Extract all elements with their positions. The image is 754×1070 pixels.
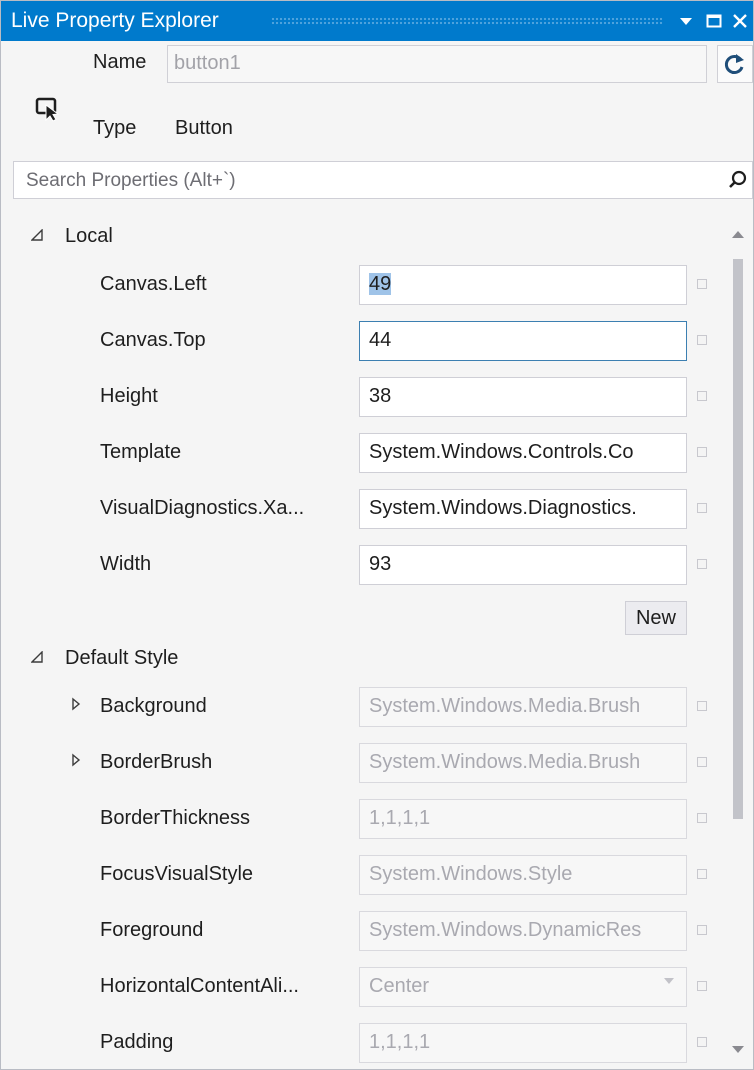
- search-icon[interactable]: [728, 170, 748, 195]
- property-row-width: Width 93: [13, 537, 713, 593]
- close-button[interactable]: [727, 7, 753, 35]
- property-value-field[interactable]: 1,1,1,1: [359, 799, 687, 839]
- maximize-button[interactable]: [701, 7, 727, 35]
- property-marker[interactable]: [697, 1037, 707, 1047]
- property-name: Background: [100, 695, 207, 717]
- select-element-icon: [35, 97, 60, 122]
- property-marker[interactable]: [697, 559, 707, 569]
- property-marker[interactable]: [697, 279, 707, 289]
- property-row-focusvisualstyle: FocusVisualStyle System.Windows.Style: [13, 847, 713, 903]
- scroll-down-arrow-icon[interactable]: [731, 1045, 745, 1055]
- window-title: Live Property Explorer: [11, 9, 219, 32]
- maximize-icon: [706, 14, 722, 28]
- close-icon: [733, 14, 747, 28]
- vertical-scrollbar[interactable]: [723, 207, 753, 1069]
- search-properties-input[interactable]: Search Properties (Alt+`): [13, 161, 753, 199]
- property-name: Width: [100, 553, 152, 575]
- property-name: Foreground: [100, 919, 204, 941]
- property-marker[interactable]: [697, 869, 707, 879]
- property-name: Padding: [100, 1031, 174, 1053]
- property-value-field[interactable]: System.Windows.Diagnostics.: [359, 489, 687, 529]
- drag-grip[interactable]: [271, 17, 663, 25]
- select-element-button[interactable]: [35, 96, 61, 127]
- property-value-field[interactable]: System.Windows.Media.Brush: [359, 687, 687, 727]
- section-default-style[interactable]: Default Style: [13, 639, 713, 679]
- property-row-visual-diagnostics: VisualDiagnostics.Xa... System.Windows.D…: [13, 481, 713, 537]
- property-marker[interactable]: [697, 503, 707, 513]
- property-value-field[interactable]: 93: [359, 545, 687, 585]
- collapse-triangle-icon: [31, 651, 43, 663]
- property-name: BorderBrush: [100, 751, 213, 773]
- property-marker[interactable]: [697, 925, 707, 935]
- property-marker[interactable]: [697, 981, 707, 991]
- property-name: Template: [100, 441, 182, 463]
- title-bar[interactable]: Live Property Explorer: [1, 1, 753, 41]
- property-row-borderbrush: BorderBrush System.Windows.Media.Brush: [13, 735, 713, 791]
- property-value-field[interactable]: System.Windows.Media.Brush: [359, 743, 687, 783]
- property-grid: Local Canvas.Left 49 Canvas.Top 44 Heigh…: [13, 207, 753, 1069]
- property-name: VisualDiagnostics.Xa...: [100, 497, 305, 519]
- section-local[interactable]: Local: [13, 217, 713, 257]
- type-value: Button: [175, 117, 233, 139]
- property-row-borderthickness: BorderThickness 1,1,1,1: [13, 791, 713, 847]
- property-row-padding: Padding 1,1,1,1: [13, 1015, 713, 1069]
- property-marker[interactable]: [697, 447, 707, 457]
- selected-text: 49: [369, 273, 392, 295]
- property-value-dropdown[interactable]: Center: [359, 967, 687, 1007]
- property-value-field[interactable]: System.Windows.Style: [359, 855, 687, 895]
- property-name: Height: [100, 385, 158, 407]
- property-name: Canvas.Left: [100, 273, 207, 295]
- section-label: Local: [65, 225, 113, 247]
- type-label: Type: [93, 117, 137, 139]
- name-label: Name: [93, 51, 147, 73]
- property-marker[interactable]: [697, 335, 707, 345]
- property-row-horizontal-content-alignment: HorizontalContentAli... Center: [13, 959, 713, 1015]
- property-marker[interactable]: [697, 757, 707, 767]
- property-marker[interactable]: [697, 391, 707, 401]
- property-value-field[interactable]: System.Windows.Controls.Co: [359, 433, 687, 473]
- property-name: HorizontalContentAli...: [100, 975, 299, 997]
- scroll-up-arrow-icon[interactable]: [731, 229, 745, 239]
- section-label: Default Style: [65, 647, 179, 669]
- dropdown-arrow-icon: [680, 18, 692, 25]
- collapse-triangle-icon: [31, 229, 43, 241]
- refresh-button[interactable]: [717, 45, 753, 83]
- property-row-background: Background System.Windows.Media.Brush: [13, 679, 713, 735]
- property-value-field[interactable]: 49: [359, 265, 687, 305]
- property-value-field[interactable]: System.Windows.DynamicRes: [359, 911, 687, 951]
- property-name: BorderThickness: [100, 807, 251, 829]
- dropdown-arrow-icon: [664, 978, 674, 984]
- property-value-field[interactable]: 44: [359, 321, 687, 361]
- property-row-template: Template System.Windows.Controls.Co: [13, 425, 713, 481]
- property-row-canvas-left: Canvas.Left 49: [13, 257, 713, 313]
- expand-arrow-icon[interactable]: [71, 753, 81, 767]
- property-value-field[interactable]: 38: [359, 377, 687, 417]
- window-menu-button[interactable]: [673, 7, 699, 35]
- name-field[interactable]: button1: [167, 45, 707, 83]
- refresh-icon: [724, 54, 744, 74]
- expand-arrow-icon[interactable]: [71, 697, 81, 711]
- property-row-canvas-top: Canvas.Top 44: [13, 313, 713, 369]
- property-name: Canvas.Top: [100, 329, 206, 351]
- live-property-explorer-window: Live Property Explorer Name button1 Type…: [0, 0, 754, 1070]
- search-placeholder: Search Properties (Alt+`): [26, 170, 236, 191]
- scrollbar-thumb[interactable]: [733, 259, 743, 819]
- property-row-height: Height 38: [13, 369, 713, 425]
- new-property-button[interactable]: New: [625, 601, 687, 635]
- property-value-field[interactable]: 1,1,1,1: [359, 1023, 687, 1063]
- property-name: FocusVisualStyle: [100, 863, 254, 885]
- property-row-foreground: Foreground System.Windows.DynamicRes: [13, 903, 713, 959]
- element-header: Name button1 Type Button: [1, 41, 753, 153]
- property-marker[interactable]: [697, 813, 707, 823]
- property-marker[interactable]: [697, 701, 707, 711]
